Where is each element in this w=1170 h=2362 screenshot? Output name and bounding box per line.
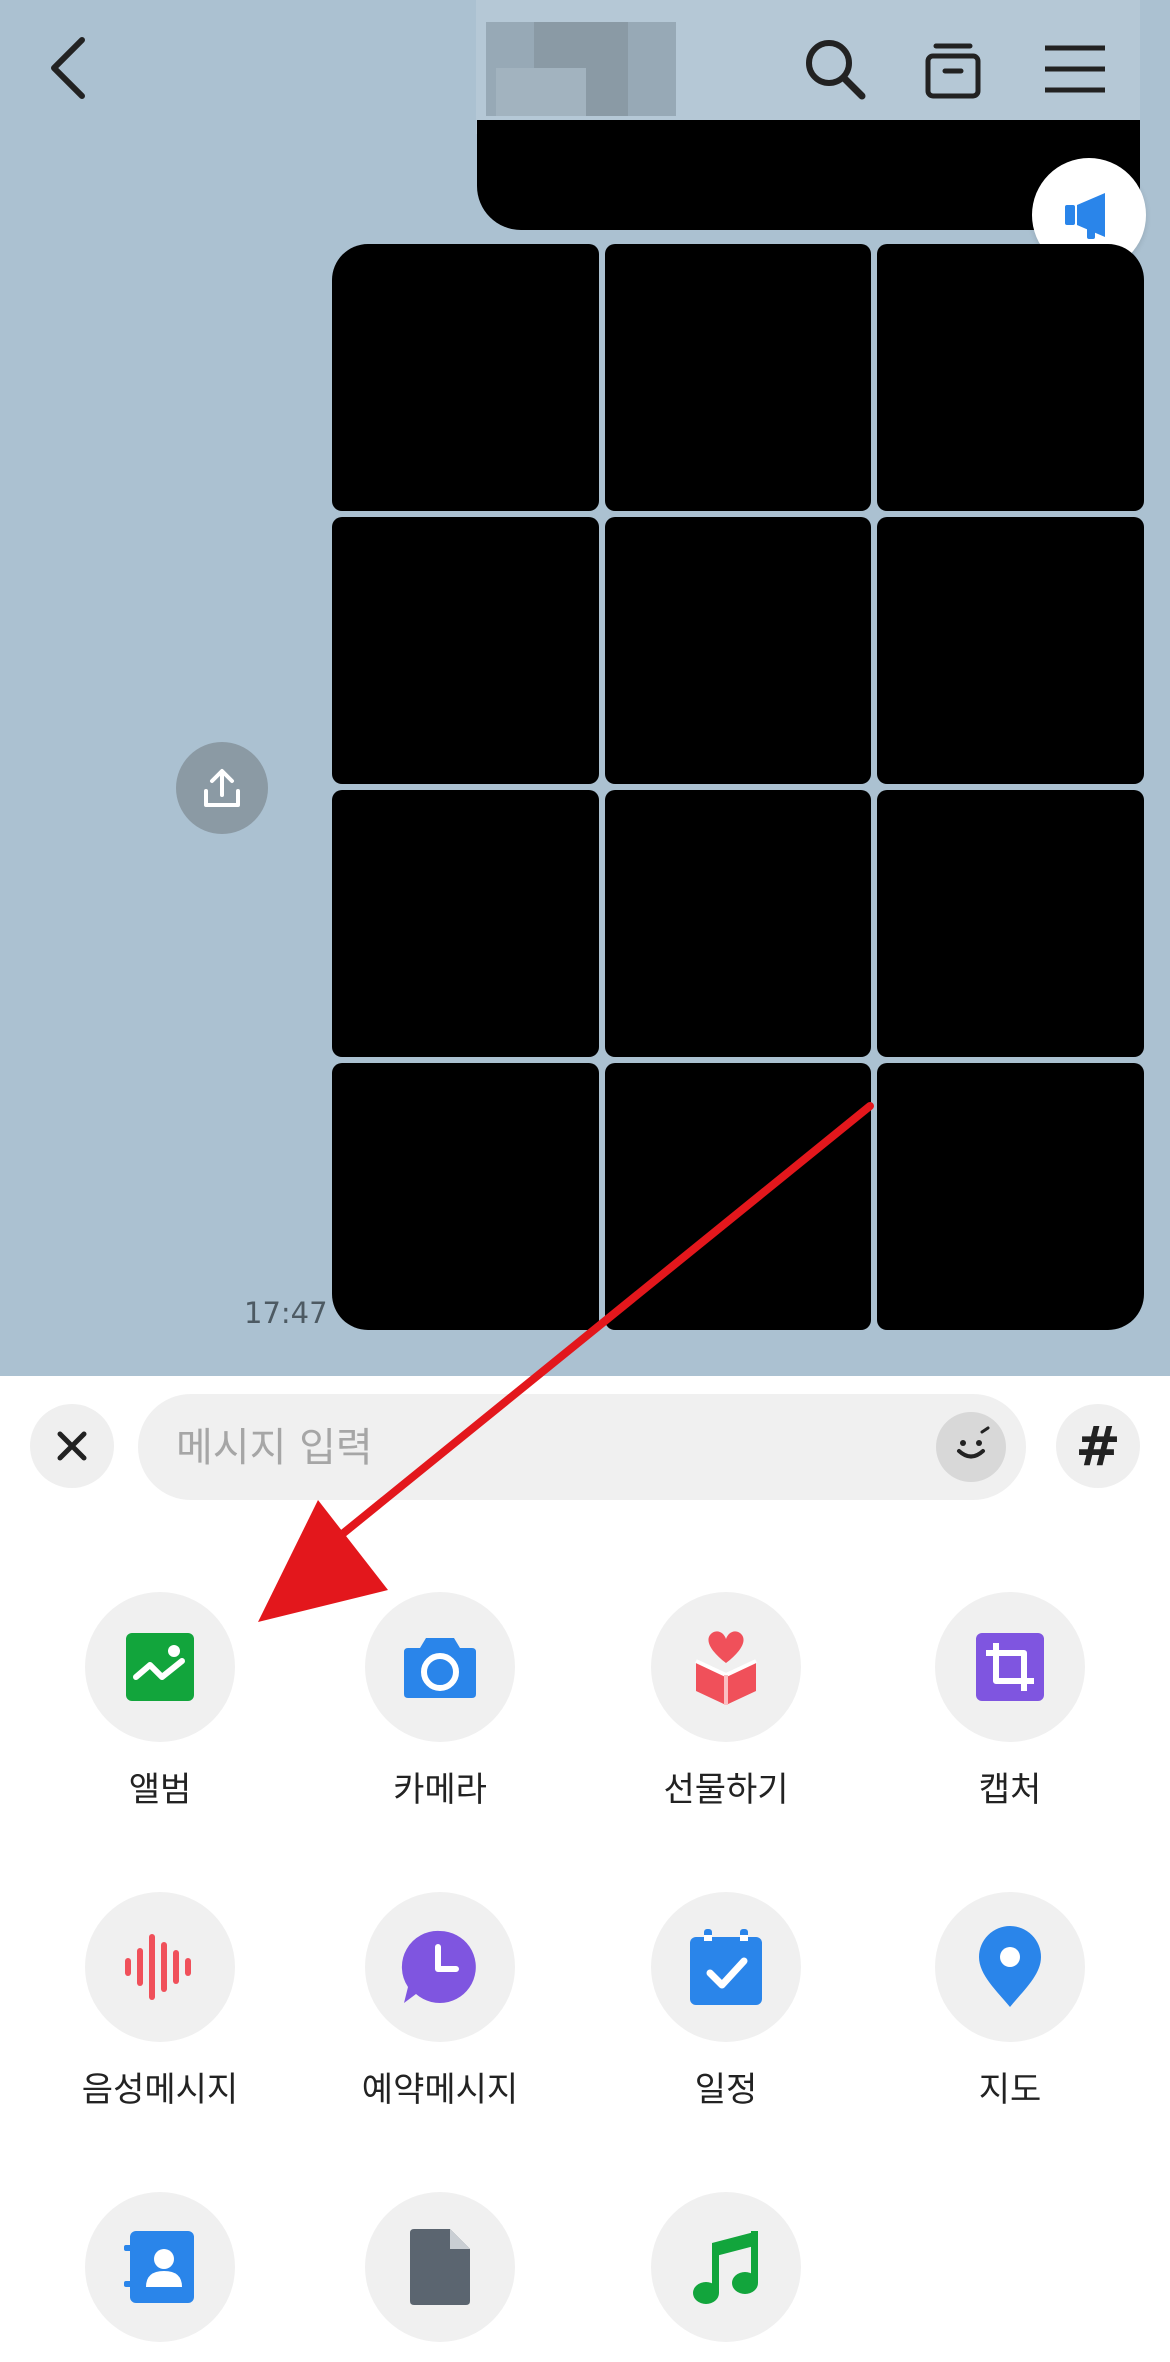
photo-grid-message [332, 244, 1144, 1330]
photo-thumbnail[interactable] [877, 1063, 1144, 1330]
hashtag-button[interactable]: # [1056, 1404, 1140, 1488]
top-bar [0, 0, 1170, 134]
album-icon [126, 1633, 194, 1701]
menu-icon[interactable] [1040, 34, 1110, 104]
emoticon-icon [957, 1426, 990, 1459]
menu-item-music[interactable] [606, 2192, 846, 2362]
photo-thumbnail[interactable] [332, 1063, 599, 1330]
menu-item-file[interactable] [320, 2192, 560, 2362]
menu-item-scheduled-message[interactable]: 예약메시지 [320, 1892, 560, 2111]
gift-icon [695, 1631, 757, 1705]
menu-item-label: 지도 [978, 2070, 1042, 2110]
photo-thumbnail[interactable] [604, 517, 872, 784]
input-bar: # [0, 1376, 1170, 1516]
menu-item-calendar[interactable]: 일정 [606, 1892, 846, 2111]
drawer-icon[interactable] [918, 34, 988, 104]
megaphone-icon [1065, 193, 1105, 239]
capture-icon [976, 1633, 1044, 1701]
menu-item-map[interactable]: 지도 [890, 1892, 1130, 2111]
menu-item-label: 일정 [694, 2070, 758, 2110]
contact-icon [124, 2231, 194, 2303]
menu-item-label: 음성메시지 [81, 2070, 239, 2110]
photo-thumbnail[interactable] [877, 790, 1144, 1057]
photo-thumbnail[interactable] [877, 244, 1144, 511]
photo-thumbnail[interactable] [604, 244, 872, 511]
menu-item-label: 선물하기 [663, 1770, 789, 1810]
menu-item-contact[interactable] [40, 2192, 280, 2362]
camera-icon [404, 1638, 476, 1698]
map-pin-icon [979, 1926, 1041, 2007]
emoji-button[interactable] [936, 1412, 1006, 1482]
voice-message-icon [125, 1934, 191, 2000]
message-input[interactable] [174, 1394, 918, 1502]
share-icon [204, 769, 240, 807]
file-icon [410, 2229, 470, 2305]
message-timestamp: 17:47 [244, 1296, 328, 1330]
menu-item-label: 앨범 [128, 1770, 192, 1810]
music-icon [693, 2231, 758, 2304]
menu-item-album[interactable]: 앨범 [40, 1592, 280, 1811]
attach-menu: 앨범 카메라 선물하기 캡처 음성메시지 예약메시지 일정 지도 [0, 1516, 1170, 2342]
calendar-icon [690, 1929, 762, 2005]
photo-thumbnail[interactable] [332, 244, 599, 511]
menu-item-label: 예약메시지 [361, 2070, 519, 2110]
photo-thumbnail[interactable] [332, 790, 599, 1057]
scheduled-message-icon [401, 1930, 476, 2003]
back-icon[interactable] [40, 28, 100, 108]
message-field [138, 1394, 1026, 1502]
menu-item-camera[interactable]: 카메라 [320, 1592, 560, 1811]
close-button[interactable] [30, 1404, 114, 1488]
photo-thumbnail[interactable] [604, 790, 872, 1057]
share-button[interactable] [176, 742, 268, 834]
search-icon[interactable] [800, 34, 870, 104]
menu-item-voice-message[interactable]: 음성메시지 [40, 1892, 280, 2111]
menu-item-gift[interactable]: 선물하기 [606, 1592, 846, 1811]
hashtag-icon: # [1075, 1414, 1121, 1478]
chat-title-blurred [486, 22, 676, 116]
photo-thumbnail[interactable] [332, 517, 599, 784]
menu-item-capture[interactable]: 캡처 [890, 1592, 1130, 1811]
chat-area: 17:47 [0, 0, 1170, 1376]
menu-item-label: 카메라 [393, 1770, 487, 1810]
photo-thumbnail[interactable] [877, 517, 1144, 784]
menu-item-label: 캡처 [978, 1770, 1042, 1810]
photo-thumbnail[interactable] [604, 1063, 872, 1330]
close-icon [57, 1431, 87, 1461]
